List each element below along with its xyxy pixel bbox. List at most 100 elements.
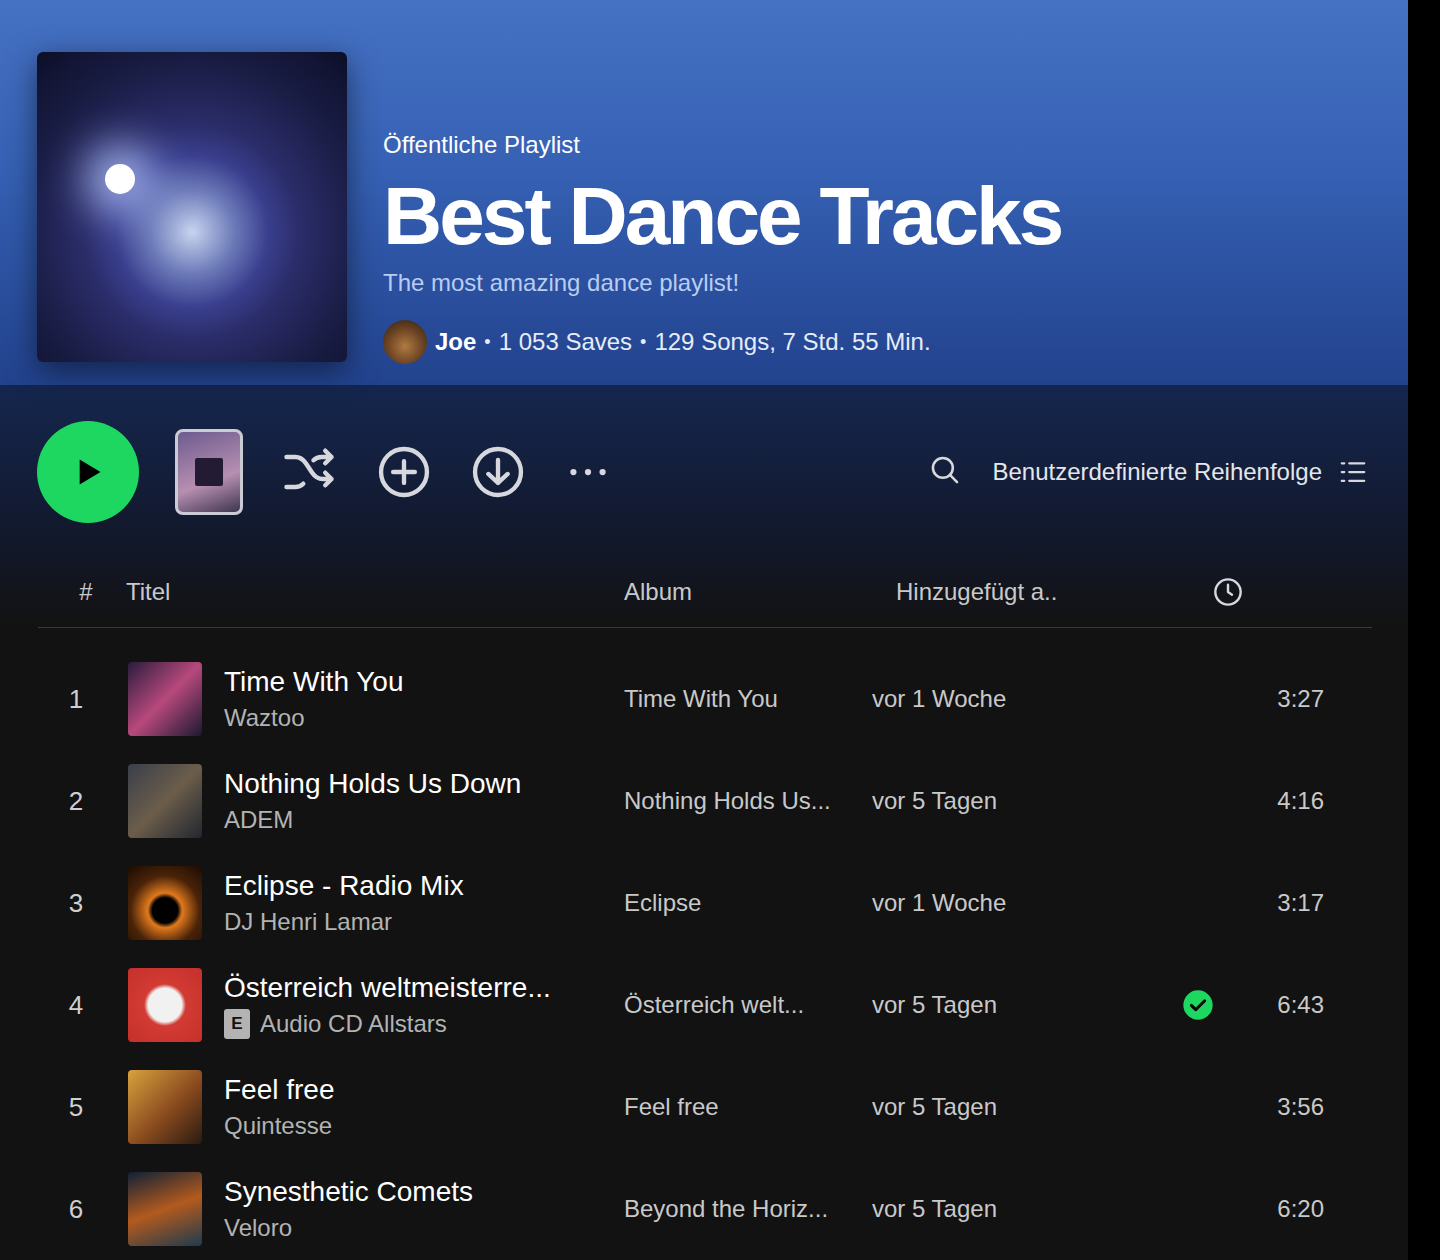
explicit-badge: E <box>224 1009 250 1039</box>
track-album[interactable]: Eclipse <box>624 889 872 917</box>
play-icon <box>68 452 108 492</box>
track-duration: 4:16 <box>1228 787 1324 815</box>
track-row[interactable]: 2Nothing Holds Us DownADEMNothing Holds … <box>38 750 1372 852</box>
track-album[interactable]: Österreich welt... <box>624 991 872 1019</box>
track-artist[interactable]: Veloro <box>224 1213 292 1243</box>
track-title[interactable]: Time With You <box>224 665 403 699</box>
track-artist-line: Quintesse <box>224 1111 335 1141</box>
track-added: vor 5 Tagen <box>872 991 1168 1019</box>
preview-thumbnail[interactable] <box>175 429 243 515</box>
search-button[interactable] <box>928 453 962 491</box>
save-button[interactable] <box>375 443 433 501</box>
more-icon <box>563 447 613 497</box>
album-art <box>128 866 202 940</box>
column-header[interactable]: Titel <box>126 578 624 606</box>
playlist-info: Öffentliche Playlist Best Dance Tracks The… <box>383 52 1061 364</box>
track-number: 4 <box>38 990 126 1021</box>
track-title-cell: Time With You Waztoo <box>126 662 624 736</box>
track-row[interactable]: 5Feel freeQuintesseFeel freevor 5 Tagen3… <box>38 1056 1372 1158</box>
track-artist-line: Waztoo <box>224 703 403 733</box>
track-title[interactable]: Synesthetic Comets <box>224 1175 473 1209</box>
track-list: 1Time With YouWaztooTime With Youvor 1 W… <box>0 628 1408 1260</box>
download-button[interactable] <box>469 443 527 501</box>
shuffle-button[interactable] <box>279 442 339 502</box>
album-art <box>128 764 202 838</box>
track-text: Feel free Quintesse <box>224 1073 335 1141</box>
list-icon[interactable] <box>1338 457 1368 487</box>
track-table: #TitelAlbumHinzugefügt a.. <box>0 523 1408 628</box>
track-added: vor 1 Woche <box>872 889 1168 917</box>
track-number: 1 <box>38 684 126 715</box>
playlist-type: Öffentliche Playlist <box>383 130 1061 160</box>
duration-header <box>1168 576 1228 608</box>
track-number: 5 <box>38 1092 126 1123</box>
track-added: vor 5 Tagen <box>872 1195 1168 1223</box>
track-title-cell: Feel free Quintesse <box>126 1070 624 1144</box>
playlist-cover <box>37 52 347 362</box>
track-duration: 6:20 <box>1228 1195 1324 1223</box>
track-artist[interactable]: ADEM <box>224 805 293 835</box>
track-title[interactable]: Österreich weltmeisterre... <box>224 971 551 1005</box>
sort-order[interactable]: Benutzerdefinierte Reihenfolge <box>992 458 1322 486</box>
controls-area: Benutzerdefinierte Reihenfolge #TitelAlbu… <box>0 385 1408 628</box>
track-artist[interactable]: Audio CD Allstars <box>260 1009 447 1039</box>
track-artist-line: E Audio CD Allstars <box>224 1009 551 1039</box>
track-text: Synesthetic Comets Veloro <box>224 1175 473 1243</box>
action-bar: Benutzerdefinierte Reihenfolge <box>0 385 1408 523</box>
track-artist-line: Veloro <box>224 1213 473 1243</box>
playlist-length: 129 Songs, 7 Std. 55 Min. <box>654 327 930 357</box>
playlist-meta: Joe•1 053 Saves•129 Songs, 7 Std. 55 Min… <box>383 320 1061 364</box>
track-duration: 3:27 <box>1228 685 1324 713</box>
track-row[interactable]: 1Time With YouWaztooTime With Youvor 1 W… <box>38 648 1372 750</box>
owner-name[interactable]: Joe <box>435 327 476 357</box>
track-title-cell: Eclipse - Radio Mix DJ Henri Lamar <box>126 866 624 940</box>
track-artist-line: DJ Henri Lamar <box>224 907 464 937</box>
track-title-cell: Österreich weltmeisterre... E Audio CD All… <box>126 968 624 1042</box>
track-number: 3 <box>38 888 126 919</box>
track-artist[interactable]: Waztoo <box>224 703 304 733</box>
play-button[interactable] <box>37 421 139 523</box>
track-text: Time With You Waztoo <box>224 665 403 733</box>
track-artist[interactable]: Quintesse <box>224 1111 332 1141</box>
track-album[interactable]: Feel free <box>624 1093 872 1121</box>
track-text: Nothing Holds Us Down ADEM <box>224 767 521 835</box>
track-artist-line: ADEM <box>224 805 521 835</box>
playlist-header: Öffentliche Playlist Best Dance Tracks The… <box>0 0 1408 385</box>
track-added: vor 1 Woche <box>872 685 1168 713</box>
track-artist[interactable]: DJ Henri Lamar <box>224 907 392 937</box>
track-text: Eclipse - Radio Mix DJ Henri Lamar <box>224 869 464 937</box>
add-icon <box>375 443 433 501</box>
album-art <box>128 1070 202 1144</box>
saves-count: 1 053 Saves <box>499 327 632 357</box>
track-row[interactable]: 6 Synesthetic Comets Veloro Beyond the Hori… <box>38 1158 1372 1260</box>
column-header[interactable]: Hinzugefügt a.. <box>884 578 1168 606</box>
album-art <box>128 662 202 736</box>
column-header[interactable]: # <box>38 578 126 606</box>
track-title[interactable]: Nothing Holds Us Down <box>224 767 521 801</box>
shuffle-icon <box>279 442 339 502</box>
track-album[interactable]: Time With You <box>624 685 872 713</box>
track-number: 6 <box>38 1194 126 1225</box>
album-art <box>128 968 202 1042</box>
column-header[interactable]: Album <box>624 578 884 606</box>
download-icon <box>469 443 527 501</box>
more-button[interactable] <box>563 447 613 497</box>
playlist-description: The most amazing dance playlist! <box>383 268 1061 298</box>
clock-icon <box>1212 576 1244 608</box>
separator: • <box>484 327 490 357</box>
track-added: vor 5 Tagen <box>872 787 1168 815</box>
track-album[interactable]: Beyond the Horiz... <box>624 1195 872 1223</box>
track-row[interactable]: 4 Österreich weltmeisterre... E Audio CD Al… <box>38 954 1372 1056</box>
table-header: #TitelAlbumHinzugefügt a.. <box>38 557 1372 628</box>
track-title[interactable]: Eclipse - Radio Mix <box>224 869 464 903</box>
preview-image <box>195 458 223 486</box>
owner-avatar[interactable] <box>383 320 427 364</box>
track-duration: 6:43 <box>1228 991 1324 1019</box>
track-row[interactable]: 3Eclipse - Radio MixDJ Henri LamarEclips… <box>38 852 1372 954</box>
album-art <box>128 1172 202 1246</box>
track-title[interactable]: Feel free <box>224 1073 335 1107</box>
track-duration: 3:17 <box>1228 889 1324 917</box>
saved-indicator[interactable] <box>1168 989 1228 1021</box>
track-album[interactable]: Nothing Holds Us... <box>624 787 872 815</box>
playlist-title: Best Dance Tracks <box>383 168 1061 264</box>
